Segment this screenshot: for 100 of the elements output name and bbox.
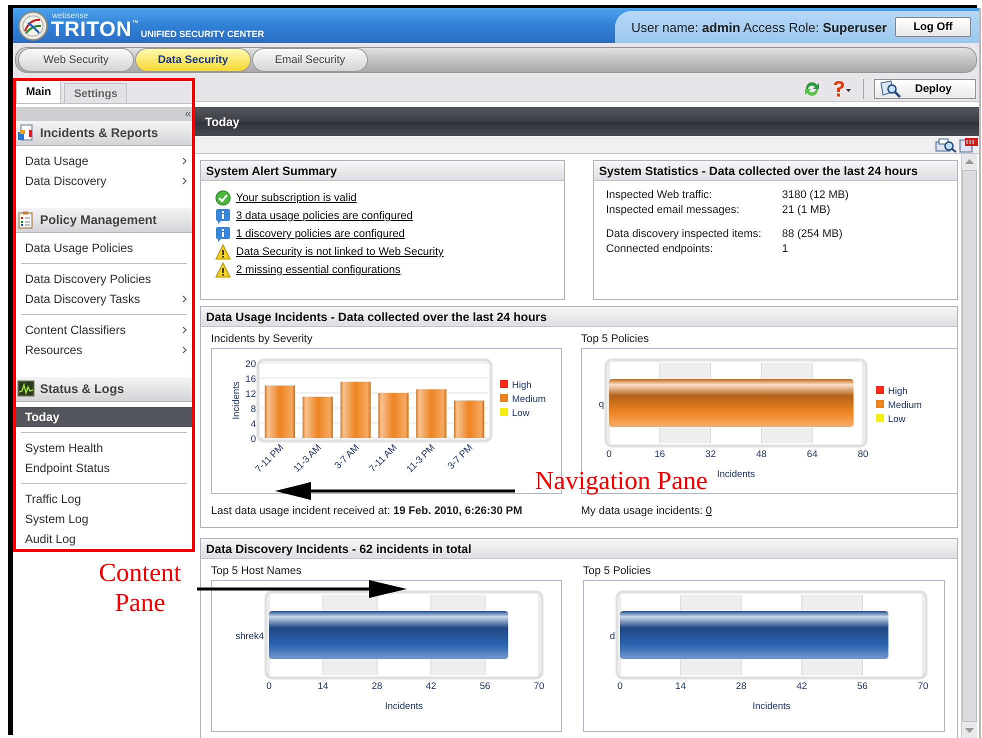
nav-item[interactable]: Traffic Log bbox=[13, 489, 195, 509]
legend-label: High bbox=[888, 386, 908, 397]
alert-link[interactable]: Data Security is not linked to Web Security bbox=[236, 246, 444, 258]
section-title: Policy Management bbox=[40, 213, 157, 227]
bar bbox=[340, 382, 371, 438]
magnifier-icon bbox=[879, 80, 901, 98]
pdf-button[interactable] bbox=[959, 136, 979, 152]
section-title: Status & Logs bbox=[40, 382, 124, 396]
stat-value: 21 (1 MB) bbox=[782, 204, 830, 218]
alert-link[interactable]: 1 discovery policies are configured bbox=[236, 228, 405, 240]
category-label: 7-11 AM bbox=[367, 442, 400, 475]
tick-label: 48 bbox=[756, 449, 767, 460]
product-tab[interactable]: Email Security bbox=[252, 48, 368, 72]
nav-item[interactable]: System Health bbox=[13, 438, 195, 458]
refresh-icon bbox=[803, 80, 821, 98]
chart-title: Top 5 Policies bbox=[581, 333, 650, 347]
legend-label: Low bbox=[888, 414, 906, 425]
tick-label: 14 bbox=[318, 681, 328, 692]
nav-item[interactable]: Data Discovery Policies bbox=[13, 269, 195, 289]
chevron-icon bbox=[182, 157, 187, 165]
tick-label: 70 bbox=[534, 681, 544, 692]
sidebar-tab[interactable]: Main bbox=[16, 79, 62, 103]
tick-label: 70 bbox=[918, 681, 928, 692]
page-title: Today bbox=[205, 114, 240, 128]
chevron-icon bbox=[182, 346, 187, 354]
category-label: 3-7 AM bbox=[332, 442, 362, 472]
nav-item[interactable]: Data Usage bbox=[13, 151, 195, 171]
tick-label: 0 bbox=[617, 681, 623, 692]
legend-swatch bbox=[876, 414, 884, 422]
section-icon bbox=[17, 124, 35, 142]
tick-label: 64 bbox=[806, 449, 818, 460]
legend-swatch bbox=[876, 386, 884, 394]
bar bbox=[454, 400, 484, 438]
axis-title: Incidents bbox=[384, 701, 424, 712]
nav-item[interactable]: Data Discovery bbox=[13, 171, 195, 191]
nav-item[interactable]: Audit Log bbox=[13, 529, 195, 549]
collapse-button[interactable]: « bbox=[180, 107, 195, 121]
alert-link[interactable]: 2 missing essential configurations bbox=[236, 264, 400, 276]
legend-label: High bbox=[512, 380, 532, 391]
category-label: 3-7 PM bbox=[446, 442, 476, 472]
arrow-icon bbox=[275, 482, 515, 500]
panel-title: System Alert Summary bbox=[206, 164, 337, 178]
chart-title: Incidents by Severity bbox=[211, 333, 314, 347]
incidents-link[interactable]: 0 bbox=[706, 505, 712, 517]
tick-label: 16 bbox=[245, 374, 256, 385]
legend-label: Medium bbox=[512, 394, 546, 405]
legend-label: Medium bbox=[888, 400, 922, 411]
tick-label: 14 bbox=[675, 681, 686, 692]
stat-label: Inspected email messages: bbox=[606, 204, 740, 218]
chevron-icon bbox=[182, 326, 187, 334]
category-label: 11-3 AM bbox=[292, 442, 324, 475]
warning-icon bbox=[215, 244, 231, 260]
axis-title: Incidents bbox=[231, 381, 242, 420]
sidebar-tab[interactable]: Settings bbox=[64, 83, 128, 103]
nav-item[interactable]: Today bbox=[13, 407, 195, 427]
tick-label: 20 bbox=[245, 359, 256, 370]
down-arrow-icon bbox=[965, 728, 974, 734]
stat-label: Data discovery inspected items: bbox=[606, 228, 762, 242]
user-info: User name: admin Access Role: Superuser bbox=[631, 20, 887, 34]
log-off-button[interactable]: Log Off bbox=[895, 17, 971, 37]
up-arrow-icon bbox=[965, 158, 974, 164]
nav-item[interactable]: Data Discovery Tasks bbox=[13, 289, 195, 309]
section-icon bbox=[17, 380, 35, 398]
panel-title: Data Usage Incidents - Data collected over the last 24 hours bbox=[206, 310, 547, 324]
legend-swatch bbox=[500, 394, 508, 402]
tick-label: 4 bbox=[250, 419, 256, 430]
stat-value: 88 (254 MB) bbox=[782, 228, 843, 242]
bar bbox=[378, 393, 409, 438]
tick-label: 56 bbox=[480, 681, 490, 692]
product-tab[interactable]: Data Security bbox=[135, 48, 251, 72]
nav-item[interactable]: System Log bbox=[13, 509, 195, 529]
legend-swatch bbox=[500, 408, 508, 416]
annotation-label: Content Pane bbox=[98, 558, 182, 618]
info-icon bbox=[215, 208, 231, 224]
product-subtitle: UNIFIED SECURITY CENTER bbox=[140, 30, 264, 38]
deploy-button[interactable]: Deploy bbox=[874, 79, 976, 99]
nav-item[interactable]: Content Classifiers bbox=[13, 320, 195, 340]
brand-name: TRITON bbox=[51, 20, 132, 40]
tick-label: 32 bbox=[705, 449, 716, 460]
tick-label: 16 bbox=[654, 449, 666, 460]
nav-item[interactable]: Endpoint Status bbox=[13, 458, 195, 478]
arrow-icon bbox=[197, 580, 407, 598]
tick-label: 12 bbox=[245, 389, 256, 400]
print-preview-button[interactable] bbox=[935, 136, 957, 152]
nav-item[interactable]: Data Usage Policies bbox=[13, 238, 195, 258]
panel-title: Data Discovery Incidents - 62 incidents in total bbox=[206, 542, 472, 556]
alert-link[interactable]: 3 data usage policies are configured bbox=[236, 210, 413, 222]
last-incident-text: Last data usage incident received at: 19 Feb. 2010, 6:26:30 PM bbox=[211, 505, 524, 517]
category-label: 7-11 PM bbox=[253, 442, 286, 476]
stat-label: Connected endpoints: bbox=[606, 243, 714, 257]
globe-icon bbox=[18, 11, 48, 41]
nav-item[interactable]: Resources bbox=[13, 340, 195, 360]
stat-value: 3180 (12 MB) bbox=[782, 189, 849, 203]
info-icon bbox=[215, 226, 231, 242]
product-tab[interactable]: Web Security bbox=[18, 48, 134, 72]
alert-link[interactable]: Your subscription is valid bbox=[236, 192, 357, 204]
category-label: shrek4 bbox=[235, 631, 264, 642]
section-title: Incidents & Reports bbox=[40, 126, 158, 140]
tick-label: 28 bbox=[372, 681, 382, 692]
chevron-icon bbox=[182, 177, 187, 185]
